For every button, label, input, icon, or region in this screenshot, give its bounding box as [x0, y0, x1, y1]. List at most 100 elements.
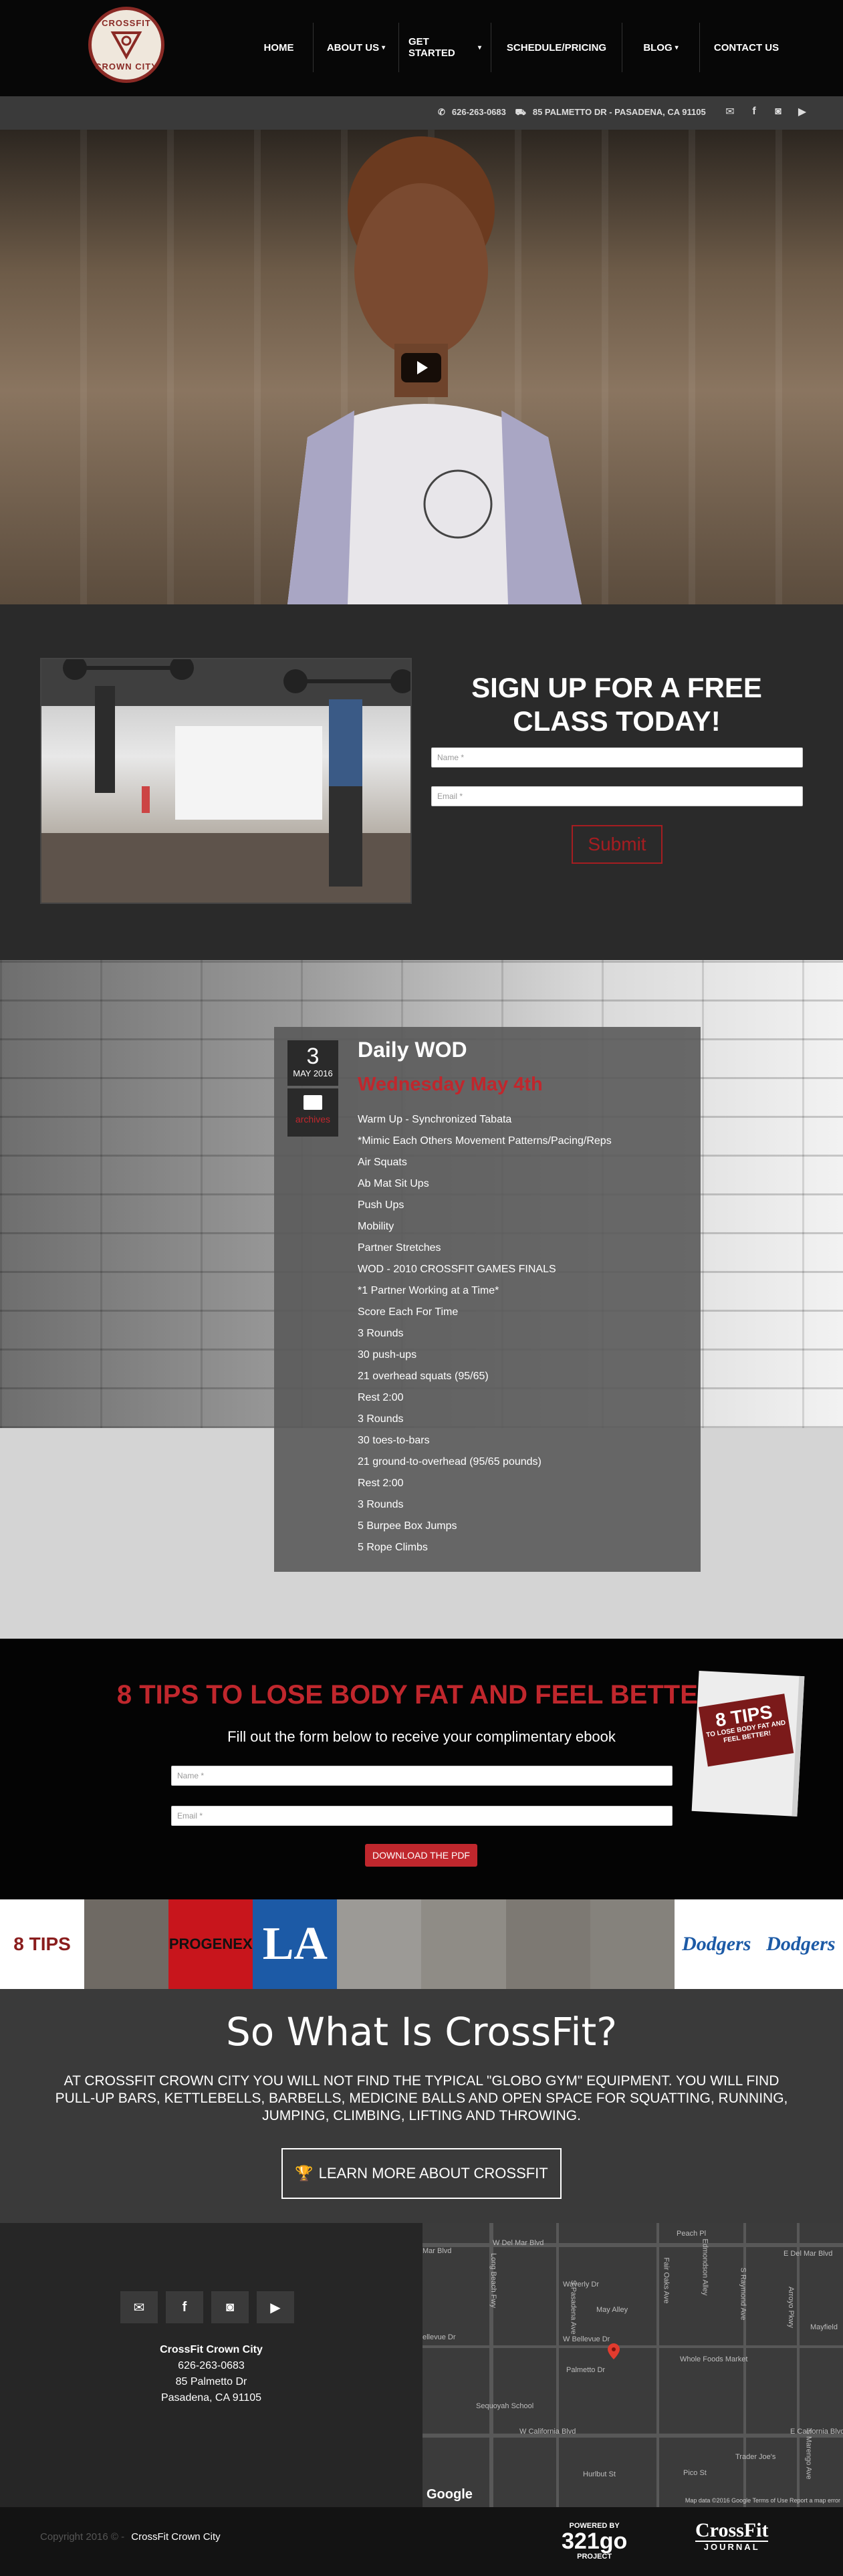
map-label: Edmondson Alley — [701, 2238, 709, 2296]
nav-label: ABOUT US — [326, 41, 380, 53]
facebook-icon[interactable]: f — [166, 2291, 203, 2323]
footer-social-links: ✉ f ◙ ▶ — [120, 2291, 294, 2323]
instagram-icon[interactable]: ◙ — [211, 2291, 249, 2323]
map-label: Mayfield — [810, 2323, 838, 2331]
map-label: Palmetto Dr — [566, 2366, 606, 2374]
strip-tile[interactable] — [505, 1899, 590, 1989]
submit-button[interactable]: Submit — [572, 825, 663, 864]
map-label: Arroyo Pkwy — [786, 2287, 795, 2328]
map-label: E California Blvd — [790, 2428, 843, 2436]
site-header: CROSSFIT CROWN CITY HOME ABOUT US ▾ GET S… — [0, 0, 843, 96]
google-logo[interactable]: Google — [427, 2487, 473, 2502]
ebook-cover-band: 8 TIPS TO LOSE BODY FAT AND FEEL BETTER! — [698, 1693, 794, 1767]
caret-down-icon: ▾ — [675, 43, 679, 51]
info-phone[interactable]: 626-263-0683 — [452, 107, 506, 117]
wod-card: 3 MAY 2016 archives Daily WOD Wednesday … — [274, 1027, 701, 1572]
map-attribution[interactable]: Map data ©2016 Google Terms of Use Repor… — [685, 2497, 840, 2504]
free-class-section: SIGN UP FOR A FREE CLASS TODAY! Name * E… — [0, 604, 843, 960]
map-label: S Raymond Ave — [739, 2267, 747, 2321]
daily-wod-section: 3 MAY 2016 archives Daily WOD Wednesday … — [0, 960, 843, 1639]
youtube-icon[interactable]: ▶ — [257, 2291, 294, 2323]
google-map[interactable]: Peach Pl W Del Mar Blvd E Del Mar Blvd W… — [423, 2223, 843, 2507]
strip-tile[interactable] — [421, 1899, 506, 1989]
play-button[interactable] — [401, 353, 441, 382]
strip-tile-label — [84, 1899, 168, 1989]
copyright: Copyright 2016 © - CrossFit Crown City — [40, 2531, 221, 2543]
wod-line: 30 toes-to-bars — [358, 1435, 430, 1446]
signup-name-field[interactable]: Name * — [431, 747, 803, 768]
gym-photo — [40, 658, 412, 904]
strip-tile-label — [421, 1899, 505, 1989]
learn-more-button[interactable]: 🏆 LEARN MORE ABOUT CROSSFIT — [281, 2148, 562, 2199]
nav-get-started[interactable]: GET STARTED ▾ — [398, 23, 491, 72]
wod-line: Warm Up - Synchronized Tabata — [358, 1114, 512, 1125]
wod-line: 3 Rounds — [358, 1499, 404, 1510]
strip-tile[interactable] — [337, 1899, 422, 1989]
ebook-email-field[interactable]: Email * — [171, 1806, 673, 1826]
nav-schedule-pricing[interactable]: SCHEDULE/PRICING — [491, 23, 622, 72]
nav-blog[interactable]: BLOG ▾ — [622, 23, 699, 72]
archives-link[interactable]: archives — [287, 1088, 338, 1137]
map-label: ellevue Dr — [423, 2333, 456, 2341]
facebook-icon[interactable]: f — [747, 104, 761, 119]
nav-contact-us[interactable]: CONTACT US — [699, 23, 793, 72]
wod-line: *1 Partner Working at a Time* — [358, 1285, 499, 1296]
signup-email-field[interactable]: Email * — [431, 786, 803, 806]
mail-icon[interactable]: ✉ — [120, 2291, 158, 2323]
info-address[interactable]: 85 PALMETTO DR - PASADENA, CA 91105 — [533, 107, 706, 117]
nav-label: CONTACT US — [713, 41, 779, 53]
contact-info: ✆ 626-263-0683 ⛟ 85 PALMETTO DR - PASADENA… — [438, 107, 713, 119]
info-bar: ✆ 626-263-0683 ⛟ 85 PALMETTO DR - PASADENA… — [0, 96, 843, 130]
strip-tile[interactable]: Dodgers — [674, 1899, 759, 1989]
wod-line: 21 ground-to-overhead (95/65 pounds) — [358, 1456, 541, 1468]
strip-tile[interactable] — [590, 1899, 675, 1989]
phone-icon: ✆ — [438, 107, 445, 117]
strip-tile[interactable]: 8 TIPS — [0, 1899, 85, 1989]
wod-line: 5 Rope Climbs — [358, 1542, 428, 1553]
copyright-owner-link[interactable]: CrossFit Crown City — [131, 2531, 220, 2543]
map-label: Pico St — [683, 2469, 707, 2477]
strip-tile[interactable]: LA — [253, 1899, 338, 1989]
what-is-crossfit-title: So What Is CrossFit? — [225, 2009, 618, 2055]
ebook-name-field[interactable]: Name * — [171, 1766, 673, 1786]
footer-phone[interactable]: 626-263-0683 — [0, 2358, 423, 2374]
map-label: W California Blvd — [519, 2428, 576, 2436]
hero-video[interactable] — [0, 130, 843, 604]
wod-date-heading[interactable]: Wednesday May 4th — [358, 1074, 543, 1096]
site-logo[interactable]: CROSSFIT CROWN CITY — [88, 7, 164, 83]
map-label: Whole Foods Market — [680, 2355, 748, 2363]
instagram-icon[interactable]: ◙ — [771, 104, 786, 119]
wod-line: 3 Rounds — [358, 1328, 404, 1339]
powered-by-logo[interactable]: POWERED BY 321go PROJECT — [562, 2522, 627, 2561]
wod-line: 3 Rounds — [358, 1413, 404, 1425]
map-pin-icon[interactable] — [608, 2343, 620, 2359]
youtube-icon[interactable]: ▶ — [795, 104, 810, 119]
nav-label: BLOG — [643, 41, 673, 53]
wod-workout-list: Warm Up - Synchronized Tabata *Mimic Eac… — [358, 1109, 612, 1558]
site-footer: Copyright 2016 © - CrossFit Crown City P… — [0, 2507, 843, 2576]
nav-home[interactable]: HOME — [245, 23, 313, 72]
crossfit-journal-logo[interactable]: CrossFit JOURNAL — [695, 2519, 769, 2552]
signup-title: SIGN UP FOR A FREE CLASS TODAY! — [471, 672, 762, 737]
strip-tile-label: 8 TIPS — [13, 1934, 71, 1954]
wod-line: Rest 2:00 — [358, 1478, 404, 1489]
nav-about-us[interactable]: ABOUT US ▾ — [313, 23, 398, 72]
wod-line: Partner Stretches — [358, 1242, 441, 1254]
gym-photo-illustration — [41, 659, 410, 903]
mail-icon[interactable]: ✉ — [723, 104, 737, 119]
footer-business-name: CrossFit Crown City — [160, 2344, 263, 2355]
crossfit-journal-top: CrossFit — [695, 2519, 769, 2541]
strip-tile[interactable]: PROGENEX — [168, 1899, 253, 1989]
strip-tile-label — [506, 1899, 590, 1989]
map-label: S Marengo Ave — [804, 2429, 813, 2480]
logo-top-text: CROSSFIT — [102, 18, 151, 28]
wod-line: 30 push-ups — [358, 1349, 417, 1361]
date-month: MAY 2016 — [293, 1068, 333, 1078]
strip-tile[interactable]: Dodgers — [758, 1899, 843, 1989]
strip-tile[interactable] — [84, 1899, 169, 1989]
wod-line: Rest 2:00 — [358, 1392, 404, 1403]
footer-city: Pasadena, CA 91105 — [160, 2392, 262, 2404]
ebook-section: 8 TIPS TO LOSE BODY FAT AND FEEL BETTER!… — [0, 1639, 843, 1899]
download-pdf-button[interactable]: DOWNLOAD THE PDF — [365, 1844, 477, 1867]
strip-tile-label — [590, 1899, 675, 1989]
